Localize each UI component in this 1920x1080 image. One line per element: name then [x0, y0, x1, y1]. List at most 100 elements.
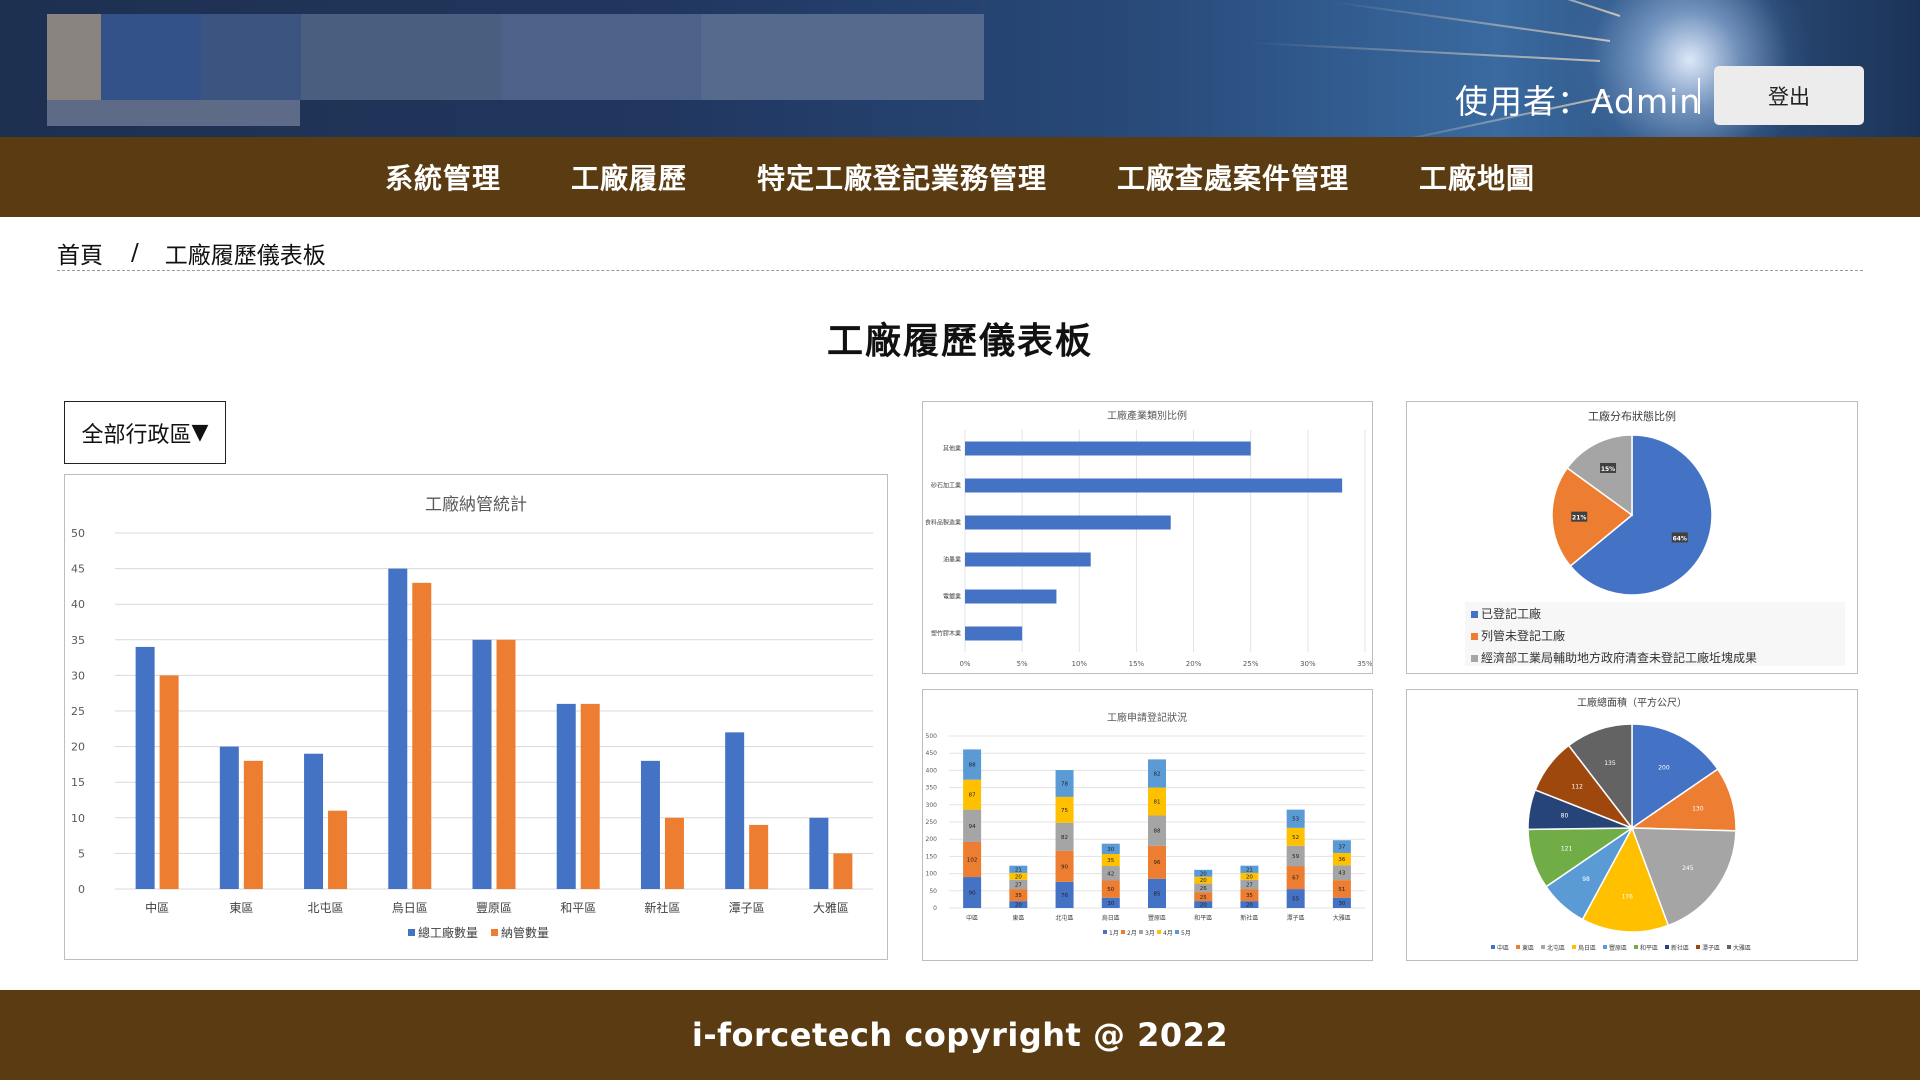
- x-tick-label: 和平區: [1194, 914, 1212, 922]
- legend-label: 納管數量: [501, 925, 549, 940]
- legend-swatch: [1603, 945, 1607, 949]
- y-tick-label: 其他業: [943, 445, 961, 453]
- nav-item-map[interactable]: 工廠地圖: [1419, 157, 1535, 197]
- y-tick-label: 250: [926, 819, 938, 826]
- x-tick-label: 0%: [959, 660, 970, 668]
- data-label: 82: [1154, 771, 1161, 777]
- y-tick-label: 350: [926, 785, 938, 792]
- data-label: 90: [1061, 864, 1068, 870]
- y-tick-label: 500: [926, 733, 938, 740]
- y-tick-label: 10: [71, 812, 85, 825]
- x-tick-label: 東區: [1012, 914, 1024, 922]
- data-label: 42: [1107, 871, 1114, 877]
- y-tick-label: 電鍍業: [943, 593, 961, 601]
- x-tick-label: 新社區: [1240, 914, 1258, 922]
- data-label: 135: [1604, 760, 1616, 767]
- legend-swatch: [1121, 930, 1125, 934]
- data-label: 36: [1338, 857, 1345, 863]
- logout-button[interactable]: 登出: [1714, 66, 1864, 125]
- x-tick-label: 大雅區: [1333, 914, 1351, 922]
- data-label: 81: [1154, 800, 1161, 806]
- bar: [965, 441, 1251, 456]
- data-label: 64%: [1673, 535, 1687, 542]
- bar: [965, 515, 1171, 530]
- legend-label: 大雅區: [1733, 944, 1751, 952]
- data-label: 20: [1200, 903, 1207, 909]
- data-label: 21: [1246, 867, 1253, 873]
- data-label: 85: [1154, 891, 1161, 897]
- chart-title: 工廠申請登記狀況: [1107, 711, 1187, 724]
- x-tick-label: 35%: [1357, 660, 1372, 668]
- legend-label: 東區: [1522, 944, 1534, 952]
- legend-swatch: [1139, 930, 1143, 934]
- x-tick-label: 烏日區: [392, 901, 428, 915]
- legend-label: 總工廠數量: [418, 925, 478, 940]
- x-tick-label: 東區: [229, 901, 253, 915]
- nav-item-cases[interactable]: 工廠查處案件管理: [1117, 157, 1349, 197]
- x-tick-label: 10%: [1072, 660, 1088, 668]
- data-label: 51: [1338, 887, 1345, 893]
- district-select-value: 全部行政區: [81, 422, 192, 448]
- data-label: 59: [1292, 854, 1299, 860]
- y-tick-label: 50: [929, 888, 937, 895]
- data-label: 53: [1292, 817, 1299, 823]
- y-tick-label: 100: [926, 871, 938, 878]
- chart-title: 工廠納管統計: [425, 494, 527, 515]
- data-label: 37: [1338, 845, 1345, 851]
- legend-label: 列管未登記工廠: [1481, 628, 1565, 643]
- data-label: 27: [1246, 882, 1253, 888]
- data-label: 20: [1200, 878, 1207, 884]
- nav-item-registration[interactable]: 特定工廠登記業務管理: [757, 157, 1047, 197]
- nav-item-factory-history[interactable]: 工廠履歷: [571, 157, 687, 197]
- bar: [833, 853, 853, 889]
- legend-swatch: [1471, 611, 1478, 618]
- legend-swatch: [1696, 945, 1700, 949]
- legend-label: 新社區: [1671, 944, 1689, 952]
- data-label: 67: [1292, 876, 1299, 882]
- bar: [556, 703, 576, 889]
- data-label: 35: [1246, 893, 1253, 899]
- legend-label: 2月: [1127, 930, 1137, 937]
- bar: [243, 760, 263, 889]
- breadcrumb-separator: /: [131, 240, 139, 266]
- bar: [965, 552, 1091, 567]
- district-select[interactable]: 全部行政區 ▼: [64, 401, 226, 464]
- data-label: 55: [1292, 897, 1299, 903]
- y-tick-label: 50: [71, 527, 85, 540]
- bar: [965, 478, 1343, 493]
- breadcrumb-home[interactable]: 首頁: [57, 236, 103, 270]
- data-label: 80: [1561, 813, 1569, 820]
- data-label: 20: [1015, 874, 1022, 880]
- legend-label: 潭子區: [1702, 944, 1720, 952]
- chart-factory-area: 工廠總面積（平方公尺） 200 130 245 176 98 121 80 112 135 中區 東區…: [1491, 696, 1751, 952]
- data-label: 200: [1658, 764, 1670, 771]
- y-tick-label: 油墨業: [943, 556, 961, 564]
- data-label: 20: [1015, 903, 1022, 909]
- x-tick-label: 15%: [1129, 660, 1145, 668]
- x-tick-label: 豐原區: [1148, 914, 1166, 922]
- chart-title: 工廠產業類別比例: [1107, 409, 1187, 422]
- y-tick-label: 40: [71, 598, 85, 611]
- x-tick-label: 中區: [966, 914, 978, 922]
- y-tick-label: 200: [926, 836, 938, 843]
- y-tick-label: 400: [926, 767, 938, 774]
- legend-swatch: [1541, 945, 1545, 949]
- nav-item-system[interactable]: 系統管理: [385, 157, 501, 197]
- legend-label: 已登記工廠: [1481, 606, 1541, 621]
- legend-label: 5月: [1181, 930, 1191, 937]
- x-tick-label: 潭子區: [729, 901, 765, 915]
- bar: [328, 810, 348, 889]
- data-label: 90: [969, 891, 976, 897]
- legend-label: 豐原區: [1609, 944, 1627, 952]
- y-tick-label: 45: [71, 563, 85, 576]
- y-tick-label: 食料品製造業: [925, 519, 961, 527]
- chart-industry-category: 工廠產業類別比例 0% 5% 10% 15% 20% 25% 30% 35% 其他業砂石加工業食料…: [925, 409, 1372, 668]
- data-label: 88: [1154, 829, 1161, 835]
- y-tick-label: 25: [71, 705, 85, 718]
- main-nav: 系統管理 工廠履歷 特定工廠登記業務管理 工廠查處案件管理 工廠地圖: [0, 137, 1920, 217]
- footer-copyright: i-forcetech copyright @ 2022: [0, 990, 1920, 1080]
- bar: [664, 817, 684, 889]
- chevron-down-icon: ▼: [191, 420, 209, 445]
- data-label: 27: [1015, 882, 1022, 888]
- legend-label: 中區: [1497, 944, 1509, 952]
